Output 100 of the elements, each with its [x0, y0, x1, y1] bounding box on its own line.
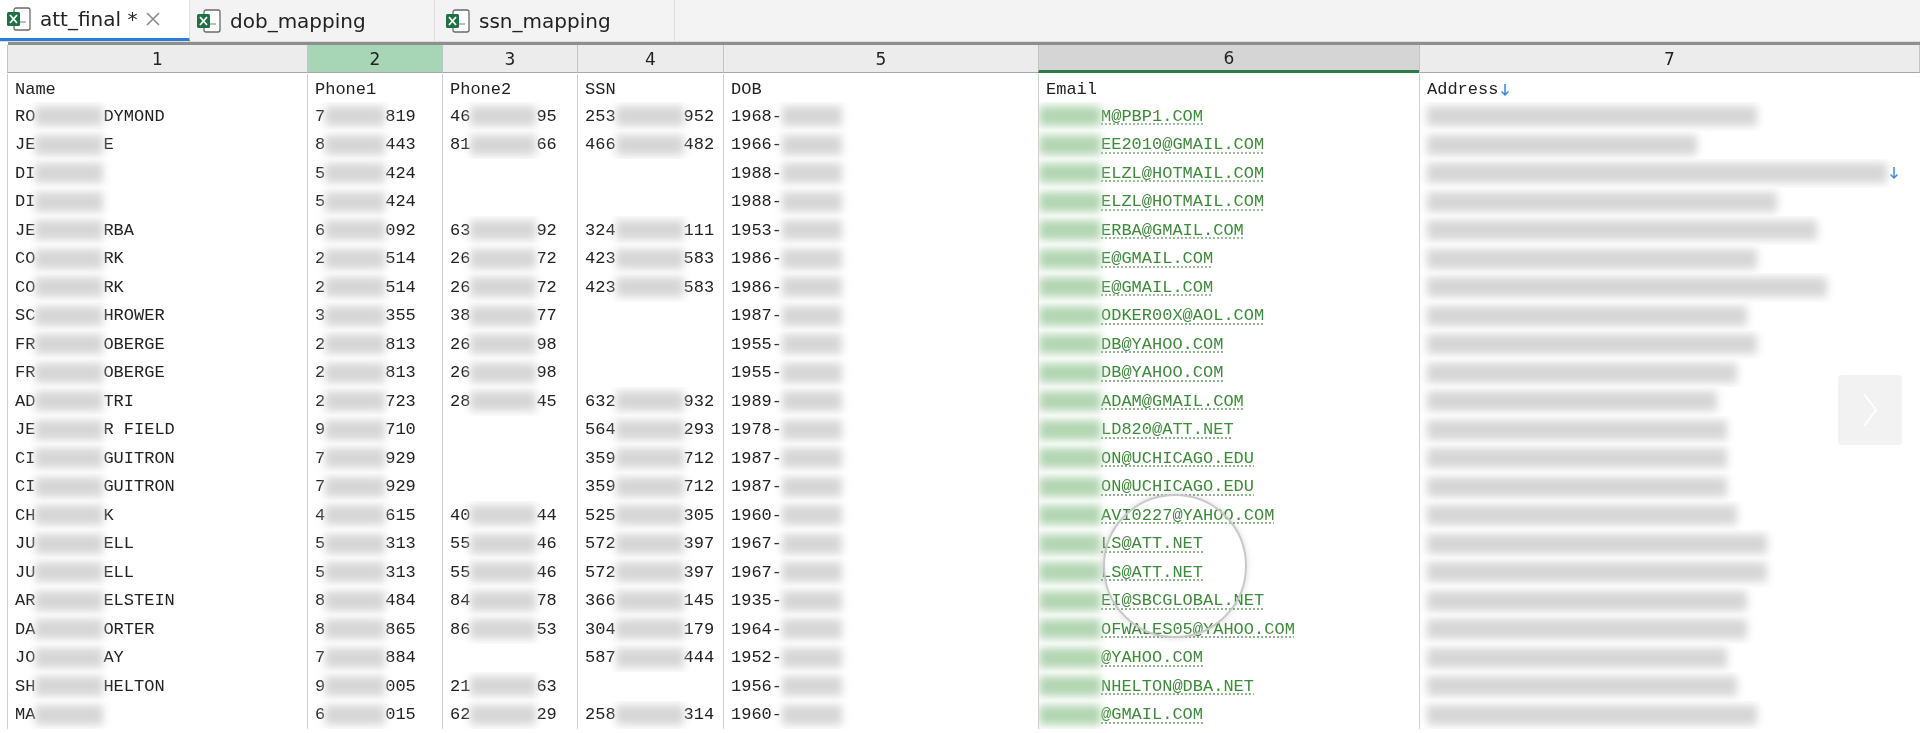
blurred-text: [615, 533, 684, 554]
blurred-text: [35, 562, 104, 583]
blurred-text: [470, 676, 537, 697]
column-header[interactable]: 4: [577, 45, 724, 73]
blurred-text: [615, 391, 684, 412]
column-header[interactable]: 6: [1038, 45, 1420, 73]
cell-text: RO: [15, 106, 36, 126]
cell-text: 615: [385, 505, 416, 525]
blurred-text: [325, 220, 386, 241]
email-link[interactable]: @GMAIL.COM: [1101, 705, 1204, 725]
email-link[interactable]: LS@ATT.NET: [1101, 534, 1204, 554]
blurred-text: [325, 419, 386, 440]
blurred-text: [470, 248, 537, 269]
cell-text: 587: [585, 648, 616, 668]
cell-text: 72: [536, 277, 557, 297]
email-link[interactable]: E@GMAIL.COM: [1101, 249, 1214, 269]
file-tab[interactable]: att_final *: [0, 0, 190, 41]
blurred-text: [1039, 533, 1101, 554]
cell-text: ELSTEIN: [103, 591, 175, 611]
cell-text: 21: [450, 676, 471, 696]
cell-text: 443: [385, 135, 416, 155]
cell-text: 1955-: [731, 363, 782, 383]
cell-text: 1986-: [731, 277, 782, 297]
cell-text: 397: [683, 562, 715, 582]
cell-text: 1968-: [731, 106, 782, 126]
column-header[interactable]: 3: [442, 45, 578, 73]
blurred-text: [1039, 448, 1101, 469]
cell-text: DI: [15, 192, 36, 212]
cell-text: 712: [683, 448, 715, 468]
email-link[interactable]: ELZL@HOTMAIL.COM: [1101, 163, 1265, 183]
file-tab[interactable]: dob_mapping: [190, 0, 435, 41]
cell-text: JE: [15, 420, 36, 440]
cell-text: 514: [385, 249, 416, 269]
cell-text: ELL: [103, 534, 134, 554]
email-link[interactable]: @YAHOO.COM: [1101, 648, 1204, 668]
blurred-text: [782, 305, 842, 326]
email-link[interactable]: DB@YAHOO.COM: [1101, 334, 1224, 354]
cell-text: 712: [683, 477, 715, 497]
cell-text: 424: [385, 192, 416, 212]
blurred-text: [470, 277, 537, 298]
blurred-text: [782, 448, 842, 469]
blurred-text: [325, 590, 386, 611]
blurred-text: [782, 676, 842, 697]
column-header[interactable]: 5: [723, 45, 1039, 73]
cell-text: 63: [450, 220, 471, 240]
cell-text: 66: [536, 135, 557, 155]
blurred-text: [470, 562, 537, 583]
cell-text: 466: [585, 135, 616, 155]
cell-text: 55: [450, 562, 471, 582]
email-link[interactable]: OFWALES05@YAHOO.COM: [1101, 619, 1295, 639]
column-header[interactable]: 1: [7, 45, 308, 73]
blurred-text: [1039, 562, 1101, 583]
blurred-text: [470, 704, 537, 725]
cell-text: 8: [315, 135, 326, 155]
file-tab[interactable]: ssn_mapping: [435, 0, 675, 41]
cell-text: 2: [315, 363, 326, 383]
email-link[interactable]: EI@SBCGLOBAL.NET: [1101, 591, 1265, 611]
blurred-text: [470, 505, 537, 526]
blurred-text: [782, 334, 842, 355]
email-link[interactable]: NHELTON@DBA.NET: [1101, 676, 1255, 696]
email-link[interactable]: ADAM@GMAIL.COM: [1101, 391, 1244, 411]
blurred-text: [782, 647, 842, 668]
email-link[interactable]: LD820@ATT.NET: [1101, 420, 1234, 440]
blurred-text: [1039, 676, 1101, 697]
blurred-text: [782, 533, 842, 554]
cell-text: CI: [15, 448, 36, 468]
cell-text: 015: [385, 705, 416, 725]
email-link[interactable]: AVI0227@YAHOO.COM: [1101, 505, 1275, 525]
cell-text: 9: [315, 676, 326, 696]
cell-text: 46: [536, 562, 557, 582]
blurred-text: [35, 391, 104, 412]
cell-text: K: [103, 505, 114, 525]
cell-text: JU: [15, 562, 36, 582]
column-header[interactable]: 7: [1419, 45, 1920, 73]
email-link[interactable]: ELZL@HOTMAIL.COM: [1101, 192, 1265, 212]
cell-text: 1978-: [731, 420, 782, 440]
email-link[interactable]: ON@UCHICAGO.EDU: [1101, 448, 1255, 468]
column-header[interactable]: 2: [307, 45, 443, 73]
cell-text: 26: [450, 363, 471, 383]
cell-text: 423: [585, 277, 616, 297]
cell-text: 1964-: [731, 619, 782, 639]
blurred-text: [325, 676, 386, 697]
email-link[interactable]: M@PBP1.COM: [1101, 106, 1204, 126]
cell-text: 7: [315, 477, 326, 497]
email-link[interactable]: E@GMAIL.COM: [1101, 277, 1214, 297]
email-link[interactable]: EE2010@GMAIL.COM: [1101, 135, 1265, 155]
cell-text: 1956-: [731, 676, 782, 696]
cell-text: 7: [315, 106, 326, 126]
blurred-text: [615, 476, 684, 497]
blurred-text: [615, 220, 684, 241]
email-link[interactable]: DB@YAHOO.COM: [1101, 363, 1224, 383]
blurred-text: [35, 704, 104, 725]
email-link[interactable]: ODKER00X@AOL.COM: [1101, 306, 1265, 326]
cell-text: SH: [15, 676, 36, 696]
email-link[interactable]: LS@ATT.NET: [1101, 562, 1204, 582]
cell-text: 46: [450, 106, 471, 126]
email-link[interactable]: ON@UCHICAGO.EDU: [1101, 477, 1255, 497]
blurred-text: [325, 362, 386, 383]
cell-text: 293: [683, 420, 715, 440]
email-link[interactable]: ERBA@GMAIL.COM: [1101, 220, 1244, 240]
